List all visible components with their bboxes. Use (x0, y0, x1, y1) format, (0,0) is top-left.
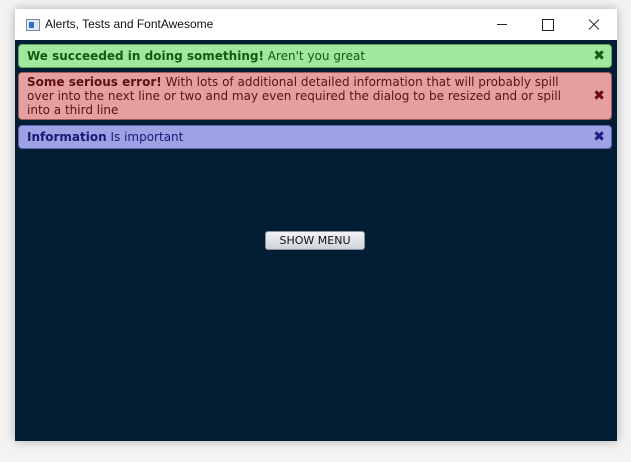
alert-message: Some serious error! With lots of additio… (27, 75, 585, 117)
alert-heading: We succeeded in doing something! (27, 49, 264, 63)
app-icon (26, 19, 40, 31)
title-bar[interactable]: Alerts, Tests and FontAwesome (15, 9, 617, 40)
close-window-button[interactable] (571, 9, 617, 40)
maximize-button[interactable] (525, 9, 571, 40)
error-alert: Some serious error! With lots of additio… (18, 72, 612, 120)
alert-message: Information Is important (27, 130, 183, 144)
close-alert-icon[interactable]: ✖ (593, 89, 605, 103)
client-area: We succeeded in doing something! Aren't … (15, 40, 617, 441)
alert-heading: Information (27, 130, 107, 144)
info-alert: Information Is important ✖ (18, 125, 612, 149)
success-alert: We succeeded in doing something! Aren't … (18, 44, 612, 68)
close-alert-icon[interactable]: ✖ (593, 49, 605, 63)
close-alert-icon[interactable]: ✖ (593, 130, 605, 144)
alert-heading: Some serious error! (27, 75, 162, 89)
app-window: Alerts, Tests and FontAwesome We succeed… (15, 9, 617, 441)
alert-text: Is important (110, 130, 184, 144)
alert-message: We succeeded in doing something! Aren't … (27, 49, 365, 63)
show-menu-button[interactable]: SHOW MENU (265, 231, 365, 250)
minimize-button[interactable] (479, 9, 525, 40)
window-title: Alerts, Tests and FontAwesome (45, 17, 214, 31)
alert-text: Aren't you great (267, 49, 366, 63)
